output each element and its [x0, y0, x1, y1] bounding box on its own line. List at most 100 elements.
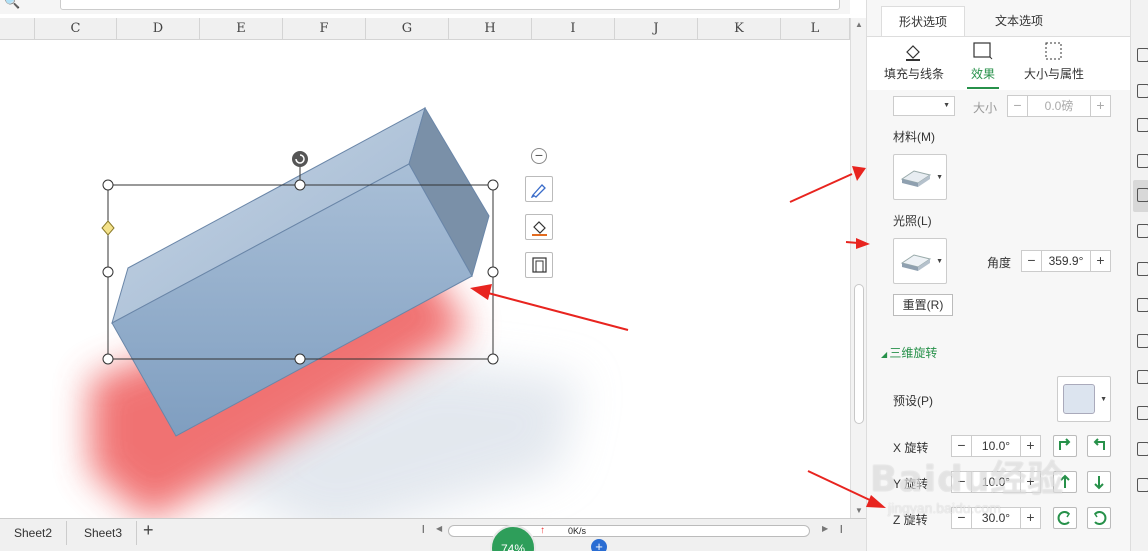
scroll-right-icon[interactable]: ▶	[822, 524, 828, 533]
paint-brush-icon[interactable]	[525, 176, 553, 202]
baidu-watermark-logo: Baidu经验	[870, 459, 1065, 500]
tool-icon[interactable]	[1137, 224, 1148, 238]
tool-icon[interactable]	[1137, 262, 1148, 276]
subtab-size-props[interactable]: 大小与属性	[1021, 41, 1087, 82]
spreadsheet-window: 🔍 C D E F G H I J K L − ▲ ▼ Sheet2 Sheet…	[0, 0, 1148, 551]
column-headers: C D E F G H I J K L	[0, 18, 850, 40]
angle-label: 角度	[987, 256, 1012, 270]
column-header[interactable]: L	[781, 18, 850, 40]
section-title: 三维旋转	[889, 346, 938, 360]
column-header[interactable]: C	[35, 18, 117, 40]
tool-icon[interactable]	[1137, 370, 1148, 384]
plus-icon[interactable]: +	[1090, 96, 1110, 116]
resize-handle[interactable]	[487, 266, 499, 278]
resize-handle[interactable]	[102, 353, 114, 365]
scroll-right-icon[interactable]: ❙	[838, 524, 845, 533]
plus-icon[interactable]: +	[591, 539, 607, 551]
frame-border-icon[interactable]	[525, 252, 553, 278]
tool-icon[interactable]	[1137, 442, 1148, 456]
resize-handle[interactable]	[294, 179, 306, 191]
sheet-tab[interactable]: Sheet2	[0, 521, 68, 545]
net-speed: 0K/s	[568, 526, 587, 536]
tool-icon[interactable]	[1137, 478, 1148, 492]
rotate-right-icon[interactable]	[1087, 435, 1111, 457]
chevron-down-icon: ▼	[1100, 396, 1107, 403]
tool-icon[interactable]	[1137, 406, 1148, 420]
rotate-ccw-icon[interactable]	[1053, 507, 1077, 529]
plus-icon[interactable]: +	[1020, 508, 1040, 528]
fill-bucket-icon[interactable]	[525, 214, 553, 240]
tool-icon[interactable]	[1137, 84, 1148, 98]
reset-button[interactable]: 重置(R)	[893, 294, 953, 316]
column-header[interactable]: D	[117, 18, 200, 40]
tool-icon[interactable]	[1137, 154, 1148, 168]
column-header[interactable]: E	[200, 18, 283, 40]
plus-icon[interactable]: +	[1090, 251, 1110, 271]
angle-value[interactable]: 359.9°	[1042, 251, 1090, 271]
tool-icon[interactable]	[1137, 334, 1148, 348]
chevron-down-icon: ▼	[936, 174, 943, 181]
scroll-left-icon[interactable]: ◀	[436, 524, 442, 533]
column-header[interactable]: K	[698, 18, 781, 40]
subtab-effect[interactable]: 效果	[967, 41, 999, 89]
collapse-minus-icon[interactable]: −	[531, 148, 547, 164]
resize-handle[interactable]	[294, 353, 306, 365]
tool-icon[interactable]	[1137, 298, 1148, 312]
subtab-label: 大小与属性	[1023, 67, 1084, 81]
size-value[interactable]: 0.0磅	[1028, 96, 1090, 116]
tool-icon[interactable]	[1137, 48, 1148, 62]
scroll-up-icon[interactable]: ▲	[853, 20, 865, 32]
resize-handle[interactable]	[102, 179, 114, 191]
subtab-label: 效果	[970, 67, 995, 81]
search-icon[interactable]: 🔍	[4, 0, 20, 10]
shape-layer	[90, 106, 580, 518]
side-tool-strip	[1130, 0, 1148, 551]
column-header[interactable]: F	[283, 18, 366, 40]
scroll-left-icon[interactable]: ❙	[420, 524, 427, 533]
resize-handle[interactable]	[102, 266, 114, 278]
material-swatch-icon	[900, 170, 932, 187]
rotation-preset-picker[interactable]: ▼	[1057, 376, 1111, 422]
lighting-label: 光照(L)	[893, 214, 932, 228]
column-header[interactable]: I	[532, 18, 615, 40]
column-header[interactable]: J	[615, 18, 698, 40]
column-header-corner[interactable]	[0, 18, 35, 40]
rotate-down-icon[interactable]	[1087, 471, 1111, 493]
size-label: 大小	[973, 101, 998, 115]
formula-input[interactable]	[60, 0, 840, 10]
baidu-watermark-url: jingyan.baidu.com	[888, 500, 1001, 516]
subtab-fill-line[interactable]: 填充与线条	[881, 41, 947, 82]
vertical-scrollbar[interactable]: ▲ ▼	[850, 18, 866, 518]
rotate-cw-icon[interactable]	[1087, 507, 1111, 529]
lighting-picker[interactable]: ▼	[893, 238, 947, 284]
resize-handle[interactable]	[487, 179, 499, 191]
lighting-swatch-icon	[900, 254, 932, 271]
section-3d-rotation[interactable]: ◢ 三维旋转	[881, 344, 937, 361]
fill-line-icon	[906, 45, 920, 61]
column-header[interactable]: H	[449, 18, 532, 40]
rotate-handle-icon[interactable]	[292, 151, 308, 167]
adjust-handle[interactable]	[101, 220, 115, 236]
tool-icon[interactable]	[1137, 188, 1148, 202]
preset-dropdown[interactable]: ▼	[893, 96, 955, 116]
scroll-down-icon[interactable]: ▼	[853, 506, 865, 518]
column-header[interactable]: G	[366, 18, 449, 40]
resize-handle[interactable]	[487, 353, 499, 365]
plus-icon[interactable]: +	[143, 520, 154, 541]
sheet-tab[interactable]: Sheet3	[70, 521, 138, 545]
tab-text-options[interactable]: 文本选项	[977, 6, 1061, 36]
material-label: 材料(M)	[893, 130, 935, 144]
material-picker[interactable]: ▼	[893, 154, 947, 200]
tab-shape-options[interactable]: 形状选项	[881, 6, 965, 36]
network-widget[interactable]: 74% ↑ 0K/s +	[490, 525, 615, 551]
tool-icon[interactable]	[1137, 118, 1148, 132]
effect-subtabs: 填充与线条 效果 大小与属性	[867, 36, 1131, 90]
chevron-down-icon: ▼	[943, 102, 950, 109]
formula-bar: 🔍	[0, 0, 850, 14]
minus-icon[interactable]: −	[1008, 96, 1028, 116]
sheet-canvas[interactable]: −	[0, 40, 850, 518]
scroll-thumb[interactable]	[854, 284, 864, 424]
minus-icon[interactable]: −	[1022, 251, 1042, 271]
angle-stepper[interactable]: − 359.9° +	[1021, 250, 1111, 272]
size-stepper[interactable]: − 0.0磅 +	[1007, 95, 1111, 117]
